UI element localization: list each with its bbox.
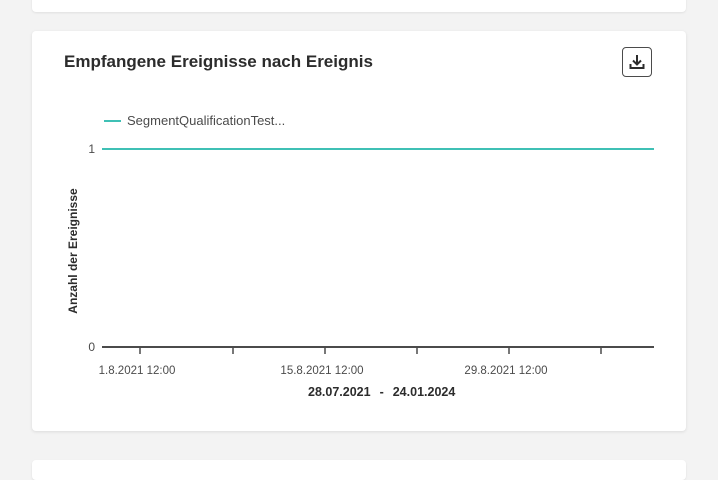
- next-card: [32, 460, 686, 480]
- date-range-separator: -: [379, 385, 384, 399]
- date-range-start: 28.07.2021: [308, 385, 371, 399]
- x-tick-label: 15.8.2021 12:00: [280, 365, 363, 377]
- date-range-end: 24.01.2024: [392, 385, 456, 399]
- events-by-event-card: Empfangene Ereignisse nach Ereignis Segm…: [32, 31, 686, 431]
- y-tick-label: 0: [88, 340, 95, 354]
- line-chart: 0 1 1.8.2021 12:00 15.8.2021 12:00 29.8.2021…: [88, 142, 654, 377]
- x-tick-label: 1.8.2021 12:00: [99, 365, 176, 377]
- x-tick-label: 29.8.2021 12:00: [464, 365, 547, 377]
- date-range: 28.07.2021-24.01.2024: [308, 385, 455, 399]
- y-tick-label: 1: [88, 142, 95, 156]
- previous-card: [32, 0, 686, 12]
